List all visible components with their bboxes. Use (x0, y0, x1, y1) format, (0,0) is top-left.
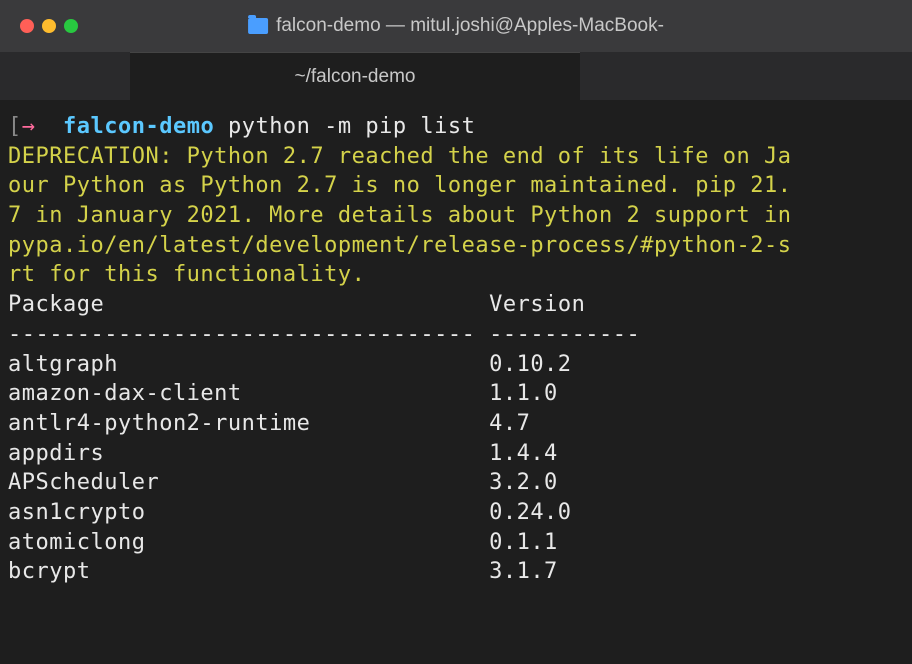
deprecation-line-4: rt for this functionality. (8, 262, 365, 287)
window-title: falcon-demo — mitul.joshi@Apples-MacBook… (248, 15, 664, 37)
title-suffix: mitul.joshi@Apples-MacBook- (410, 15, 664, 36)
close-button[interactable] (20, 19, 34, 33)
maximize-button[interactable] (64, 19, 78, 33)
deprecation-line-2: 7 in January 2021. More details about Py… (8, 203, 791, 228)
package-list: altgraph 0.10.2 amazon-dax-client 1.1.0 … (8, 352, 572, 585)
minimize-button[interactable] (42, 19, 56, 33)
folder-icon (248, 18, 268, 34)
deprecation-line-0: DEPRECATION: Python 2.7 reached the end … (8, 144, 791, 169)
prompt-bracket: [ (8, 114, 22, 139)
terminal-content[interactable]: [→ falcon-demo python -m pip list DEPREC… (0, 100, 912, 599)
prompt-arrow: → (22, 114, 36, 139)
col-version: Version (489, 292, 585, 317)
traffic-lights (20, 19, 78, 33)
deprecation-line-1: our Python as Python 2.7 is no longer ma… (8, 173, 791, 198)
deprecation-line-3: pypa.io/en/latest/development/release-pr… (8, 233, 791, 258)
table-separator: ---------------------------------- -----… (8, 322, 640, 347)
table-header: Package Version (8, 292, 585, 317)
window-titlebar: falcon-demo — mitul.joshi@Apples-MacBook… (0, 0, 912, 52)
tab-label: ~/falcon-demo (295, 66, 416, 88)
title-prefix: falcon-demo — (276, 15, 405, 36)
tab-active[interactable]: ~/falcon-demo (130, 52, 580, 100)
prompt-command: python -m pip list (228, 114, 475, 139)
tab-bar: ~/falcon-demo (0, 52, 912, 100)
prompt-directory: falcon-demo (63, 114, 214, 139)
col-package: Package (8, 292, 104, 317)
